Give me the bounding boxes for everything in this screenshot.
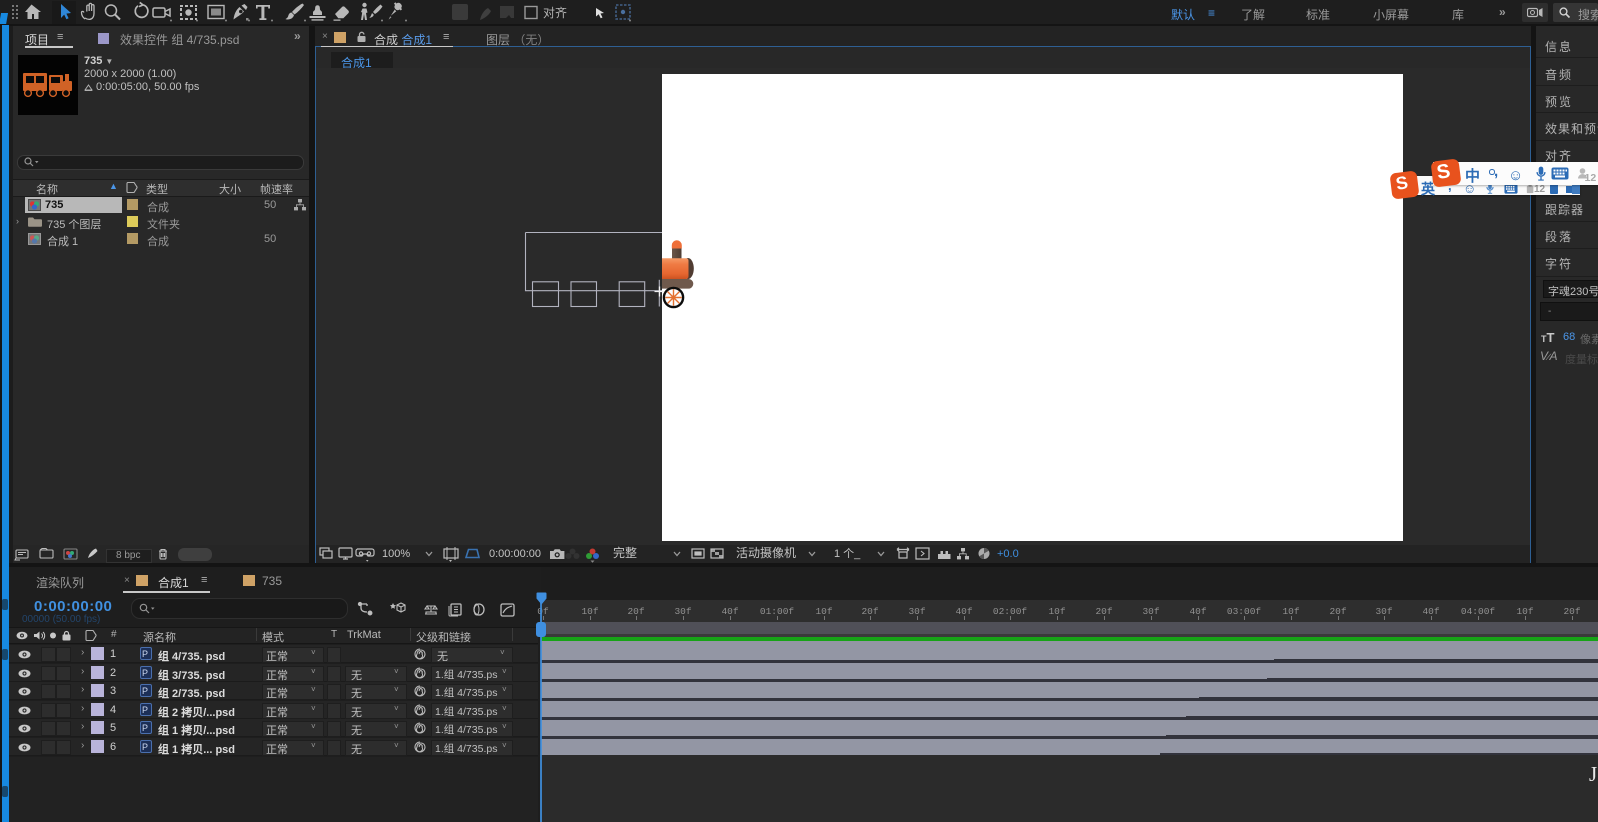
svg-text:1 个_: 1 个_ xyxy=(834,547,861,560)
svg-text:对齐: 对齐 xyxy=(543,5,567,20)
svg-text:P: P xyxy=(142,649,148,659)
svg-text:0:00:00:00: 0:00:00:00 xyxy=(489,548,541,560)
svg-text:P: P xyxy=(142,686,148,696)
svg-text:+0.0: +0.0 xyxy=(997,548,1019,560)
svg-text:P: P xyxy=(142,742,148,752)
svg-text:P: P xyxy=(142,668,148,678)
svg-text:活动摄像机: 活动摄像机 xyxy=(736,545,796,560)
svg-text:100%: 100% xyxy=(382,548,410,560)
svg-text:12: 12 xyxy=(1585,172,1597,183)
svg-text:P: P xyxy=(142,723,148,733)
svg-text:完整: 完整 xyxy=(613,545,637,560)
svg-text:P: P xyxy=(142,705,148,715)
